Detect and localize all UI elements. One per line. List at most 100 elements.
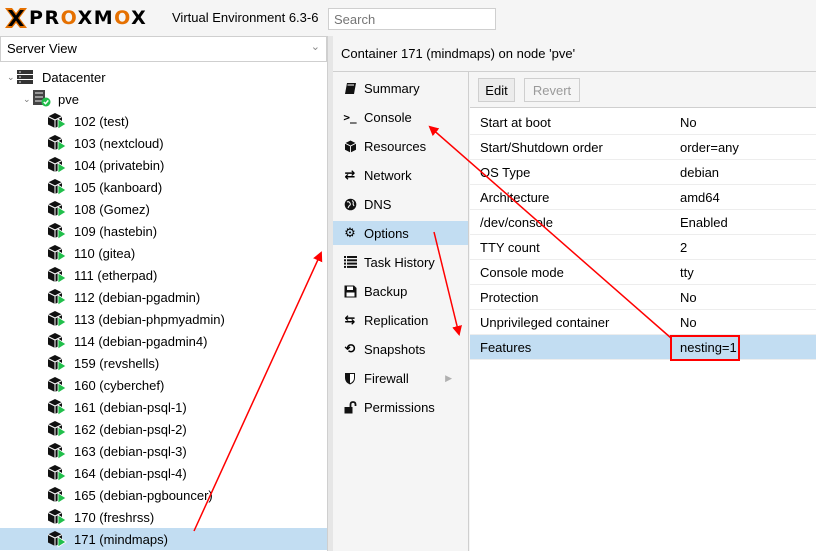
menu-item-task-history[interactable]: Task History [333, 250, 468, 274]
menu-item-permissions[interactable]: Permissions [333, 395, 468, 419]
container-running-icon [47, 509, 67, 526]
retweet-icon: ⇆ [344, 312, 356, 327]
tree-item-label: 103 (nextcloud) [74, 135, 164, 151]
tree-item-label: 161 (debian-psql-1) [74, 399, 187, 415]
menu-item-label: Permissions [364, 399, 435, 415]
tree-item-container[interactable]: 103 (nextcloud) [0, 132, 327, 154]
revert-button[interactable]: Revert [524, 78, 580, 102]
options-row[interactable]: Start/Shutdown order order=any [470, 135, 816, 160]
menu-item-label: Backup [364, 283, 408, 299]
book-icon [342, 81, 358, 95]
tree-item-container[interactable]: 113 (debian-phpmyadmin) [0, 308, 327, 330]
tree-item-container[interactable]: 161 (debian-psql-1) [0, 396, 327, 418]
option-value: tty [680, 265, 694, 280]
menu-item-firewall[interactable]: Firewall ▶ [333, 366, 468, 390]
tree-item-container[interactable]: 170 (freshrss) [0, 506, 327, 528]
tree-item-container[interactable]: 171 (mindmaps) [0, 528, 327, 550]
tree-item-container[interactable]: 163 (debian-psql-3) [0, 440, 327, 462]
tree-item-label: pve [58, 91, 79, 107]
tree-item-label: 105 (kanboard) [74, 179, 163, 195]
option-value: amd64 [680, 190, 720, 205]
tree-item-node-pve[interactable]: ⌄ pve [0, 88, 327, 110]
menu-item-label: Network [364, 167, 412, 183]
tree-item-label: 164 (debian-psql-4) [74, 465, 187, 481]
options-toolbar: Edit Revert [470, 72, 816, 108]
terminal-icon: >_ [343, 110, 357, 124]
option-value: Enabled [680, 215, 728, 230]
tree-item-container[interactable]: 114 (debian-pgadmin4) [0, 330, 327, 352]
edit-button[interactable]: Edit [478, 78, 515, 102]
menu-item-label: Snapshots [364, 341, 426, 357]
tree-item-label: 109 (hastebin) [74, 223, 158, 239]
options-row[interactable]: Architecture amd64 [470, 185, 816, 210]
menu-item-console[interactable]: >_ Console [333, 105, 468, 129]
options-row[interactable]: Features nesting=1 [470, 335, 816, 360]
tree-item-datacenter[interactable]: ⌄ Datacenter [0, 66, 327, 88]
tree-item-label: 104 (privatebin) [74, 157, 165, 173]
menu-item-label: Replication [364, 312, 429, 328]
tree-item-container[interactable]: 162 (debian-psql-2) [0, 418, 327, 440]
submenu-arrow-icon[interactable]: ▶ [445, 373, 452, 384]
chevron-down-icon: ⌄ [310, 41, 320, 53]
search-input[interactable] [328, 8, 496, 30]
tree-item-container[interactable]: 160 (cyberchef) [0, 374, 327, 396]
option-key: Start/Shutdown order [480, 140, 603, 155]
options-row[interactable]: Console mode tty [470, 260, 816, 285]
tree-item-container[interactable]: 105 (kanboard) [0, 176, 327, 198]
proxmox-x-icon [5, 8, 27, 28]
tree-item-container[interactable]: 109 (hastebin) [0, 220, 327, 242]
menu-item-replication[interactable]: ⇆ Replication [333, 308, 468, 332]
menu-item-resources[interactable]: Resources [333, 134, 468, 158]
tree-item-label: 171 (mindmaps) [74, 531, 168, 547]
option-value: No [680, 115, 697, 130]
menu-item-backup[interactable]: Backup [333, 279, 468, 303]
menu-item-snapshots[interactable]: ⟲ Snapshots [333, 337, 468, 361]
datacenter-icon [17, 70, 33, 84]
menu-item-label: Firewall [364, 370, 409, 386]
tree-item-container[interactable]: 112 (debian-pgadmin) [0, 286, 327, 308]
shield-icon [342, 371, 358, 385]
proxmox-logo[interactable]: PROXMOX [4, 7, 147, 29]
container-running-icon [47, 267, 67, 284]
tree-item-container[interactable]: 164 (debian-psql-4) [0, 462, 327, 484]
option-key: OS Type [480, 165, 531, 180]
menu-item-options[interactable]: ⚙ Options [333, 221, 468, 245]
tree-item-label: Datacenter [42, 69, 106, 85]
collapse-chevron-icon[interactable]: ⌄ [7, 72, 15, 83]
menu-item-label: Resources [364, 138, 427, 154]
options-row[interactable]: Protection No [470, 285, 816, 310]
tree-item-label: 111 (etherpad) [74, 267, 158, 283]
tree-item-label: 162 (debian-psql-2) [74, 421, 187, 437]
options-row[interactable]: Start at boot No [470, 110, 816, 135]
option-value: No [680, 290, 697, 305]
options-row[interactable]: Unprivileged container No [470, 310, 816, 335]
tree-item-container[interactable]: 108 (Gomez) [0, 198, 327, 220]
menu-item-dns[interactable]: DNS [333, 192, 468, 216]
option-key: Start at boot [480, 115, 551, 130]
container-running-icon [47, 289, 67, 306]
option-key: Features [480, 340, 532, 355]
view-select[interactable]: Server View ⌄ [0, 36, 327, 62]
options-row[interactable]: OS Type debian [470, 160, 816, 185]
tree-item-label: 102 (test) [74, 113, 129, 129]
options-row[interactable]: /dev/console Enabled [470, 210, 816, 235]
container-menu: Summary >_ Console Resources ⇄ Network DNS ⚙ Opt… [333, 72, 469, 551]
container-running-icon [47, 135, 67, 152]
history-icon: ⟲ [344, 341, 356, 356]
container-running-icon [47, 113, 67, 130]
top-bar: PROXMOX Virtual Environment 6.3-6 [0, 0, 816, 36]
menu-item-network[interactable]: ⇄ Network [333, 163, 468, 187]
menu-item-summary[interactable]: Summary [333, 76, 468, 100]
tree-item-container[interactable]: 110 (gitea) [0, 242, 327, 264]
options-row[interactable]: TTY count 2 [470, 235, 816, 260]
tree-item-container[interactable]: 111 (etherpad) [0, 264, 327, 286]
tree-item-container[interactable]: 102 (test) [0, 110, 327, 132]
collapse-chevron-icon[interactable]: ⌄ [23, 94, 31, 105]
tree-item-container[interactable]: 165 (debian-pgbouncer) [0, 484, 327, 506]
container-running-icon [47, 157, 67, 174]
tree-item-label: 170 (freshrss) [74, 509, 155, 525]
tree-item-container[interactable]: 159 (revshells) [0, 352, 327, 374]
tree-item-label: 160 (cyberchef) [74, 377, 165, 393]
container-running-icon [47, 465, 67, 482]
tree-item-container[interactable]: 104 (privatebin) [0, 154, 327, 176]
